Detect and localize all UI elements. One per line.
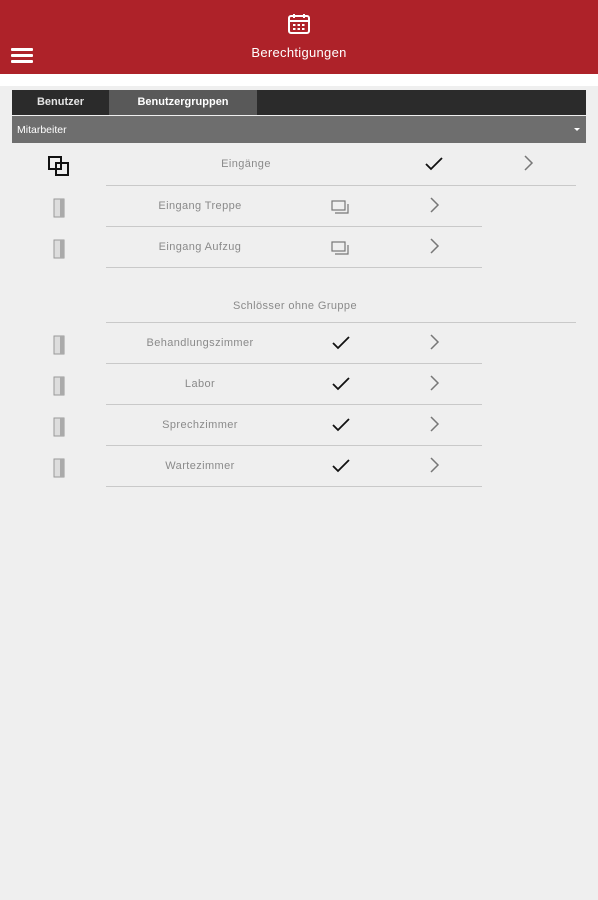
divider bbox=[106, 404, 482, 405]
calendar-icon[interactable] bbox=[287, 13, 311, 35]
divider bbox=[106, 486, 482, 487]
check-icon bbox=[332, 336, 350, 350]
lock-label: Eingang Treppe bbox=[158, 200, 242, 212]
tab-benutzer[interactable]: Benutzer bbox=[12, 90, 109, 115]
chevron-right-icon[interactable] bbox=[429, 375, 440, 391]
divider bbox=[106, 445, 482, 446]
tab-benutzergruppen[interactable]: Benutzergruppen bbox=[109, 90, 257, 115]
chevron-right-icon[interactable] bbox=[429, 238, 440, 254]
chevron-right-icon[interactable] bbox=[429, 197, 440, 213]
lock-label: Behandlungszimmer bbox=[146, 337, 254, 349]
page-title: Berechtigungen bbox=[251, 45, 347, 60]
tab-bar: Benutzer Benutzergruppen bbox=[12, 90, 586, 115]
header-spacer bbox=[0, 74, 598, 86]
lock-row-eingang-treppe[interactable]: Eingang Treppe bbox=[0, 187, 598, 228]
app-header: Berechtigungen bbox=[0, 0, 598, 74]
group-select[interactable]: Mitarbeiter bbox=[12, 116, 586, 143]
caret-down-icon bbox=[574, 128, 580, 131]
chevron-right-icon[interactable] bbox=[429, 457, 440, 473]
chevron-right-icon[interactable] bbox=[429, 416, 440, 432]
group-select-value: Mitarbeiter bbox=[17, 124, 67, 136]
lock-label: Sprechzimmer bbox=[162, 419, 238, 431]
lock-row-eingang-aufzug[interactable]: Eingang Aufzug bbox=[0, 228, 598, 269]
group-label: Eingänge bbox=[221, 158, 271, 170]
chevron-right-icon[interactable] bbox=[523, 155, 534, 171]
check-icon bbox=[425, 157, 443, 171]
divider bbox=[106, 185, 576, 186]
check-icon bbox=[332, 377, 350, 391]
lock-label: Labor bbox=[184, 378, 216, 390]
divider bbox=[106, 322, 576, 323]
lock-row-wartezimmer[interactable]: Wartezimmer bbox=[0, 447, 598, 488]
divider bbox=[106, 267, 482, 268]
group-row-eingaenge[interactable]: Eingänge bbox=[0, 146, 598, 187]
group-member-icon bbox=[331, 200, 349, 214]
group-member-icon bbox=[331, 241, 349, 255]
check-icon bbox=[332, 418, 350, 432]
lock-row-labor[interactable]: Labor bbox=[0, 365, 598, 406]
lock-row-sprechzimmer[interactable]: Sprechzimmer bbox=[0, 406, 598, 447]
lock-row-behandlungszimmer[interactable]: Behandlungszimmer bbox=[0, 324, 598, 365]
section-title-ungrouped: Schlösser ohne Gruppe bbox=[233, 300, 357, 312]
chevron-right-icon[interactable] bbox=[429, 334, 440, 350]
lock-label: Wartezimmer bbox=[165, 460, 235, 472]
divider bbox=[106, 226, 482, 227]
divider bbox=[106, 363, 482, 364]
lock-label: Eingang Aufzug bbox=[158, 241, 242, 253]
check-icon bbox=[332, 459, 350, 473]
